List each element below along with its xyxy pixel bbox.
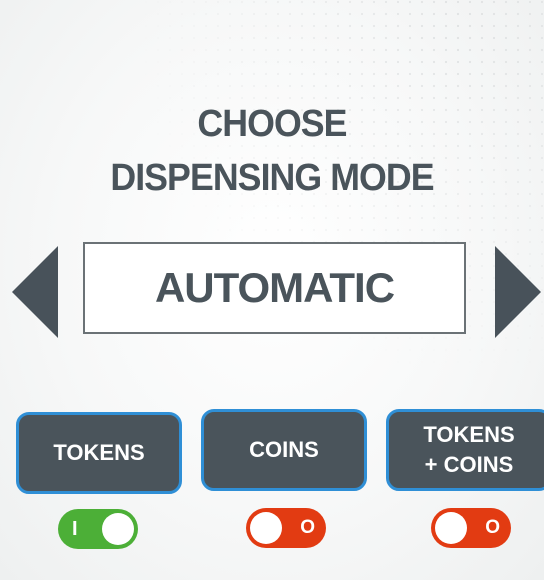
toggle-knob — [435, 512, 467, 544]
page-title-line-2: DISPENSING MODE — [110, 157, 434, 199]
triangle-right-icon[interactable] — [495, 246, 541, 338]
coins-button[interactable]: COINS — [201, 409, 367, 491]
tokens-plus-coins-label-line-1: TOKENS — [423, 422, 515, 447]
tokens-plus-coins-button[interactable]: TOKENS + COINS — [386, 409, 544, 491]
tokens-toggle[interactable]: I — [58, 509, 138, 549]
tokens-button[interactable]: TOKENS — [16, 412, 182, 494]
dispensing-mode-screen: CHOOSE DISPENSING MODE AUTOMATIC TOKENS … — [0, 0, 544, 580]
toggle-on-mark: I — [72, 518, 78, 540]
toggle-off-mark: O — [300, 517, 315, 538]
triangle-left-icon[interactable] — [12, 246, 58, 338]
page-title-line-1: CHOOSE — [197, 103, 347, 145]
toggle-knob — [102, 513, 134, 545]
current-mode-value: AUTOMATIC — [154, 264, 395, 311]
coins-button-label: COINS — [249, 437, 319, 462]
coins-toggle[interactable]: O — [246, 508, 326, 548]
mode-display-box: AUTOMATIC — [83, 242, 466, 334]
toggle-knob — [250, 512, 282, 544]
toggle-off-mark: O — [485, 517, 500, 538]
tokens-plus-coins-toggle[interactable]: O — [431, 508, 511, 548]
tokens-button-label: TOKENS — [53, 440, 145, 465]
tokens-plus-coins-label-line-2: + COINS — [424, 452, 514, 477]
